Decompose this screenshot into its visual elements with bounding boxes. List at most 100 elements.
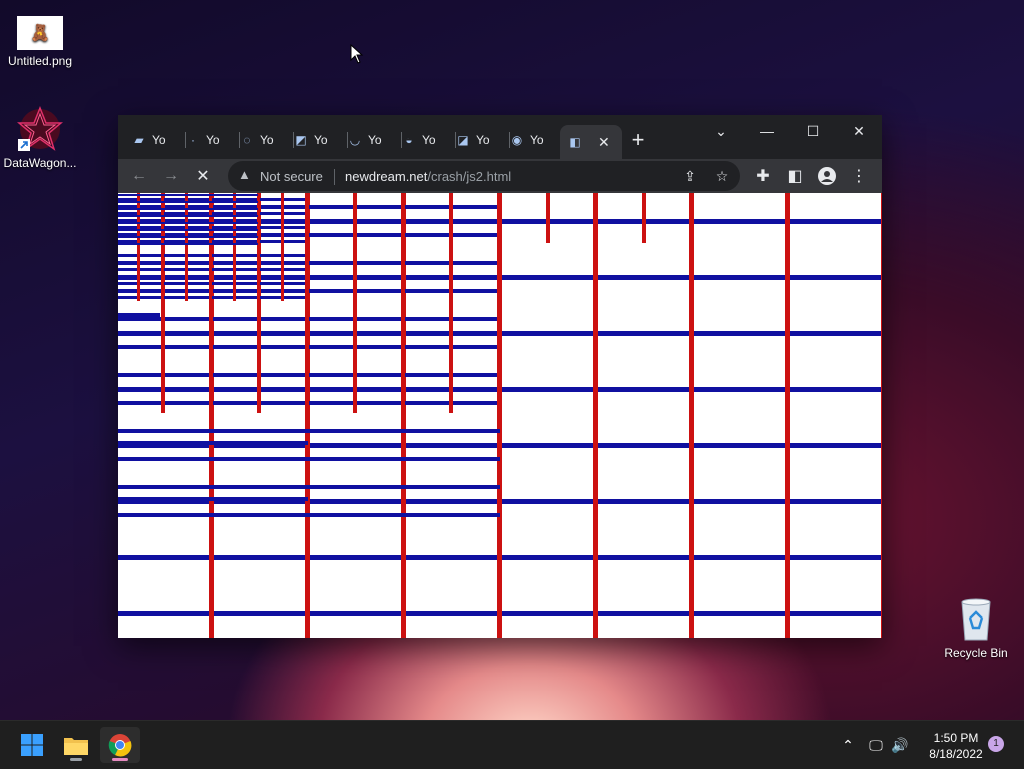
blue-grid-line <box>118 429 500 433</box>
minimize-icon: — <box>760 123 774 139</box>
chevron-up-icon: ⌃ <box>842 736 854 753</box>
folder-icon <box>64 738 88 755</box>
desktop-icon-datawagon[interactable]: DataWagon... <box>0 105 80 170</box>
blue-grid-line <box>118 513 500 517</box>
datawagon-app-icon <box>16 105 64 152</box>
arrow-left-icon: ← <box>131 167 147 184</box>
browser-tab[interactable]: · Yo <box>186 126 240 154</box>
taskbar: ⌃ 🖵 🔊 1:50 PM 8/18/2022 <box>0 720 1024 769</box>
blue-grid-line <box>118 457 500 461</box>
blue-grid-line <box>118 282 308 285</box>
speaker-icon: 🔊 <box>891 736 909 753</box>
start-button[interactable] <box>12 727 52 763</box>
red-grid-line <box>593 193 598 638</box>
red-grid-line <box>785 193 790 638</box>
page-favicon-icon: ◒ <box>405 133 413 147</box>
network-status[interactable]: 🖵 <box>866 735 886 755</box>
blue-grid-line <box>118 212 308 215</box>
close-window-button[interactable]: ✕ <box>836 117 882 145</box>
desktop-icon-label: DataWagon... <box>3 156 77 170</box>
taskbar-clock[interactable]: 1:50 PM 8/18/2022 <box>918 730 994 762</box>
loading-spinner-icon: ◌ <box>243 133 251 147</box>
warning-icon: ▲ <box>238 167 251 182</box>
close-icon: ✕ <box>853 122 865 139</box>
blue-grid-line <box>118 243 258 245</box>
browser-tab[interactable]: ◉ Yo <box>510 126 562 154</box>
clock-date: 8/18/2022 <box>929 747 983 761</box>
maximize-icon: ☐ <box>806 122 820 139</box>
page-favicon-icon: ◪ <box>457 133 469 147</box>
tab-title: Yo <box>476 133 490 147</box>
minimize-button[interactable]: — <box>744 117 790 145</box>
red-grid-line <box>401 193 405 413</box>
blue-grid-line <box>118 215 258 217</box>
puzzle-icon: ✚ <box>756 168 770 185</box>
blue-grid-line <box>118 485 500 489</box>
volume-control[interactable]: 🔊 <box>890 735 910 755</box>
mouse-cursor-icon <box>350 44 364 64</box>
browser-tab[interactable]: ◪ Yo <box>456 126 510 154</box>
tab-title: Yo <box>530 133 544 147</box>
menu-button[interactable]: ⋮ <box>846 163 872 189</box>
browser-tab[interactable]: ◡ Yo <box>348 126 402 154</box>
url-host: newdream.net <box>345 169 428 184</box>
clock-time: 1:50 PM <box>933 731 979 745</box>
arrow-right-icon: → <box>163 167 179 184</box>
blue-grid-line <box>118 240 308 243</box>
avatar-icon <box>818 167 836 185</box>
profile-button[interactable] <box>814 163 840 189</box>
tab-title: Yo <box>368 133 382 147</box>
image-file-icon: 🧸 <box>17 16 63 50</box>
tab-strip: ▰ Yo · Yo ◌ Yo ◩ Yo ◡ Yo ◒ Yo ◪ Yo ◉ Yo … <box>118 115 882 159</box>
new-tab-button[interactable]: + <box>626 129 650 153</box>
tab-title: Yo <box>314 133 328 147</box>
tab-search-button[interactable]: ⌄ <box>698 117 744 145</box>
tab-title: Yo <box>422 133 436 147</box>
bookmark-button[interactable]: ☆ <box>712 166 732 186</box>
forward-button[interactable]: → <box>158 163 184 189</box>
page-viewport <box>118 193 882 638</box>
blue-grid-line <box>118 194 258 196</box>
blue-grid-line <box>118 208 258 210</box>
url-text[interactable]: newdream.net/crash/js2.html <box>345 169 511 184</box>
blue-grid-line <box>118 441 308 445</box>
browser-tab[interactable]: ◌ Yo <box>240 126 294 154</box>
windows-logo-icon <box>21 734 43 756</box>
maximize-button[interactable]: ☐ <box>790 117 836 145</box>
crash-test-grid <box>118 193 882 638</box>
security-status[interactable]: Not secure <box>260 169 323 184</box>
kebab-menu-icon: ⋮ <box>851 168 867 185</box>
browser-tab-active[interactable]: ◧ ✕ <box>560 125 622 159</box>
taskbar-chrome[interactable] <box>100 727 140 763</box>
page-favicon-icon: ◧ <box>569 135 581 149</box>
tab-title: Yo <box>206 133 220 147</box>
blue-grid-line <box>118 222 258 224</box>
desktop-icon-recycle-bin[interactable]: Recycle Bin <box>936 596 1016 660</box>
browser-tab[interactable]: ▰ Yo <box>132 126 186 154</box>
blue-grid-line <box>118 268 308 271</box>
browser-toolbar: ← → ✕ ▲ Not secure newdream.net/crash/js… <box>118 159 882 193</box>
tab-close-icon[interactable]: ✕ <box>598 134 610 151</box>
tab-title: Yo <box>260 133 274 147</box>
star-icon: ☆ <box>715 167 729 184</box>
side-panel-button[interactable]: ◧ <box>782 163 808 189</box>
desktop-icon-label: Recycle Bin <box>944 646 1008 660</box>
extensions-button[interactable]: ✚ <box>750 163 776 189</box>
blue-grid-line <box>118 313 160 317</box>
notification-badge[interactable]: 1 <box>988 736 1004 752</box>
page-favicon-icon: ◉ <box>511 133 523 147</box>
share-button[interactable]: ⇪ <box>680 166 700 186</box>
blue-grid-line <box>118 236 258 238</box>
back-button[interactable]: ← <box>126 163 152 189</box>
blue-grid-line <box>118 296 308 299</box>
taskbar-file-explorer[interactable] <box>56 727 96 763</box>
page-favicon-icon: ▰ <box>134 133 144 147</box>
browser-tab[interactable]: ◒ Yo <box>402 126 456 154</box>
recycle-bin-icon <box>956 596 996 642</box>
stop-loading-button[interactable]: ✕ <box>190 163 216 189</box>
address-bar[interactable]: ▲ Not secure newdream.net/crash/js2.html… <box>228 161 740 191</box>
browser-tab[interactable]: ◩ Yo <box>294 126 348 154</box>
desktop-icon-untitled-png[interactable]: 🧸 Untitled.png <box>0 16 80 68</box>
show-hidden-icons-button[interactable]: ⌃ <box>838 735 858 755</box>
blue-grid-line <box>118 254 308 257</box>
